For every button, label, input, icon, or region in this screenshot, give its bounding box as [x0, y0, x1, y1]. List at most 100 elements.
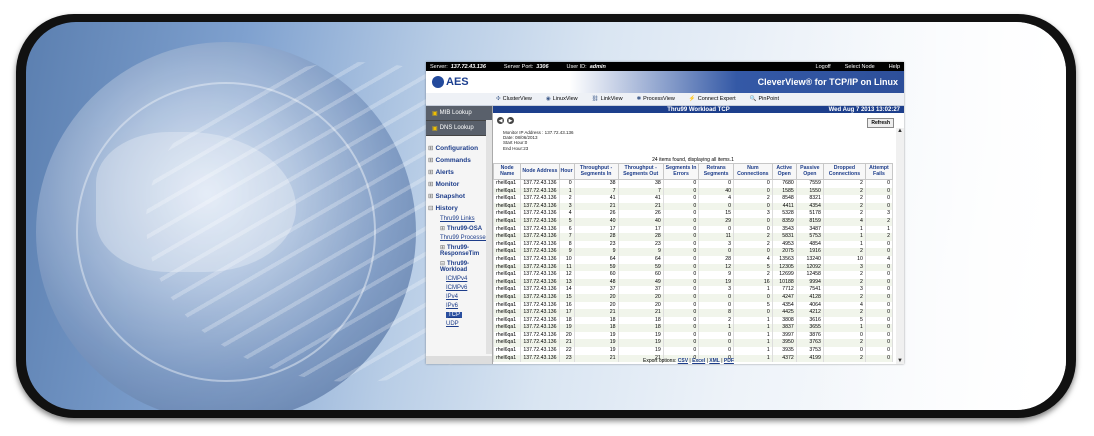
table-row: rhel6qa1 137.72.43.136 16 20 20 0 0 5 4354 4064 4 0	[492, 301, 894, 310]
toolbar-connect-expert[interactable]: ⚡ Connect Expert	[689, 96, 736, 102]
content-scrollbar[interactable]: ▲ ▼	[896, 128, 904, 364]
table-cell: 1	[822, 324, 866, 332]
nav-snapshot[interactable]: ⊞ Snapshot	[428, 192, 492, 200]
column-header[interactable]: Retrans Segments	[698, 163, 734, 180]
table-cell: 37	[617, 286, 664, 294]
nav-thru99-osa[interactable]: ⊞ Thru99-OSA	[440, 225, 492, 232]
refresh-button[interactable]: Refresh	[867, 118, 894, 128]
port-label: Server Port:	[503, 63, 534, 70]
export-excel-link[interactable]: Excel	[692, 358, 705, 364]
table-cell: 19	[573, 347, 619, 355]
toolbar-linuxview[interactable]: ◉ LinuxView	[546, 96, 578, 102]
table-cell: 0	[732, 187, 773, 196]
table-cell: 2	[822, 210, 866, 218]
scroll-up-icon[interactable]: ▲	[897, 128, 903, 134]
column-header[interactable]: Throughput - Segments Out	[617, 163, 664, 180]
table-cell: 0	[864, 331, 894, 340]
table-cell: rhel6qa1	[492, 179, 522, 188]
toolbar-clusterview[interactable]: ✣ ClusterView	[496, 96, 532, 102]
help-link[interactable]: Help	[889, 64, 900, 70]
table-cell: 41	[573, 195, 619, 203]
column-header[interactable]: Dropped Connections	[822, 163, 866, 180]
table-cell: 1916	[795, 248, 824, 256]
column-header[interactable]: Node Name	[492, 163, 522, 180]
table-cell: 10	[558, 255, 575, 264]
nav-alerts[interactable]: ⊞ Alerts	[428, 168, 492, 176]
scroll-down-icon[interactable]: ▼	[897, 358, 903, 364]
table-cell: 18	[617, 324, 664, 332]
table-cell: 0	[864, 309, 894, 317]
table-cell: 10188	[771, 278, 797, 287]
nav-thru99-workload[interactable]: ⊟ Thru99-Workload	[440, 260, 492, 273]
table-cell: 0	[864, 240, 894, 249]
table-cell: 2	[864, 233, 894, 241]
column-header[interactable]: Passive Open	[795, 163, 824, 180]
nav-commands[interactable]: ⊞ Commands	[428, 156, 492, 164]
column-header[interactable]: Num Connections	[732, 163, 773, 180]
table-cell: 3487	[795, 225, 824, 234]
select-node-link[interactable]: Select Node	[845, 64, 875, 70]
table-cell: 49	[617, 278, 664, 287]
export-xml-link[interactable]: XML	[709, 358, 720, 364]
history-nav: ◀ ▶	[497, 117, 514, 124]
mib-lookup-button[interactable]: ▣ MIB Lookup	[426, 106, 492, 121]
table-cell: 9	[617, 248, 664, 256]
table-cell: 0	[864, 316, 894, 325]
nav-thru99-processes[interactable]: Thru99 Processes	[440, 235, 492, 241]
table-cell: 4	[558, 210, 575, 218]
table-cell: 1	[822, 225, 866, 234]
table-cell: 0	[864, 179, 894, 188]
logoff-link[interactable]: Logoff	[816, 64, 831, 70]
sidebar-scrollbar[interactable]	[486, 120, 492, 354]
table-cell: 21	[617, 309, 664, 317]
nav-thru99-responsetime[interactable]: ⊞ Thru99-ResponseTim	[440, 244, 492, 257]
back-icon[interactable]: ◀	[497, 117, 504, 124]
table-cell: 2	[822, 271, 866, 279]
book-icon: ▣	[432, 125, 438, 132]
column-header[interactable]: Hour	[558, 163, 575, 180]
table-cell: rhel6qa1	[492, 248, 522, 256]
table-cell: 0	[662, 347, 700, 355]
table-row: rhel6qa1 137.72.43.136 14 37 37 0 3 1 7712 7541 3 0	[492, 286, 894, 294]
table-cell: 2	[822, 339, 866, 348]
table-cell: 1	[732, 347, 773, 355]
column-header[interactable]: Active Open	[771, 163, 797, 180]
sidebar-hscrollbar[interactable]	[426, 356, 492, 364]
toolbar-linkview[interactable]: ⛓ LinkView	[592, 96, 623, 102]
table-cell: 38	[617, 179, 664, 188]
table-cell: 12092	[795, 263, 824, 272]
column-header[interactable]: Attempt Fails	[864, 163, 894, 180]
table-header-row: Node Name Node Address Hour Throughput - Se…	[492, 163, 894, 180]
table-cell: 28	[573, 233, 619, 241]
table-cell: 21	[573, 354, 619, 363]
book-icon: ▣	[432, 110, 438, 117]
toolbar-processview[interactable]: ✱ ProcessView	[637, 96, 675, 102]
forward-icon[interactable]: ▶	[507, 117, 514, 124]
nav-thru99-links[interactable]: Thru99 Links	[440, 216, 492, 222]
table-cell: 0	[864, 347, 894, 355]
process-icon: ✱	[636, 96, 642, 102]
table-cell: 0	[732, 248, 773, 256]
nav-monitor[interactable]: ⊞ Monitor	[428, 180, 492, 188]
column-header[interactable]: Segments In Errors	[662, 163, 700, 180]
table-cell: 1	[732, 331, 773, 340]
table-cell: 4	[698, 195, 734, 203]
table-cell: 0	[662, 309, 700, 317]
nav-tree: ⊞ Configuration ⊞ Commands ⊞ Alerts ⊞ Monito…	[426, 136, 492, 327]
export-pdf-link[interactable]: PDF	[724, 358, 734, 364]
table-cell: 0	[662, 210, 700, 218]
column-header[interactable]: Throughput - Segments In	[573, 163, 619, 180]
table-cell: 40	[698, 187, 734, 196]
table-cell: 0	[732, 202, 773, 211]
table-cell: rhel6qa1	[492, 233, 522, 241]
user-value: admin	[589, 63, 606, 70]
table-cell: 0	[864, 286, 894, 294]
table-cell: 20	[573, 293, 619, 302]
table-cell: 0	[662, 217, 700, 226]
toolbar-pinpoint[interactable]: 🔍 PinPoint	[750, 96, 779, 102]
nav-configuration[interactable]: ⊞ Configuration	[428, 144, 492, 152]
dns-lookup-button[interactable]: ▣ DNS Lookup	[426, 121, 492, 136]
nav-history[interactable]: ⊟ History	[428, 204, 492, 212]
column-header[interactable]: Node Address	[520, 163, 560, 180]
export-csv-link[interactable]: CSV	[678, 358, 688, 364]
